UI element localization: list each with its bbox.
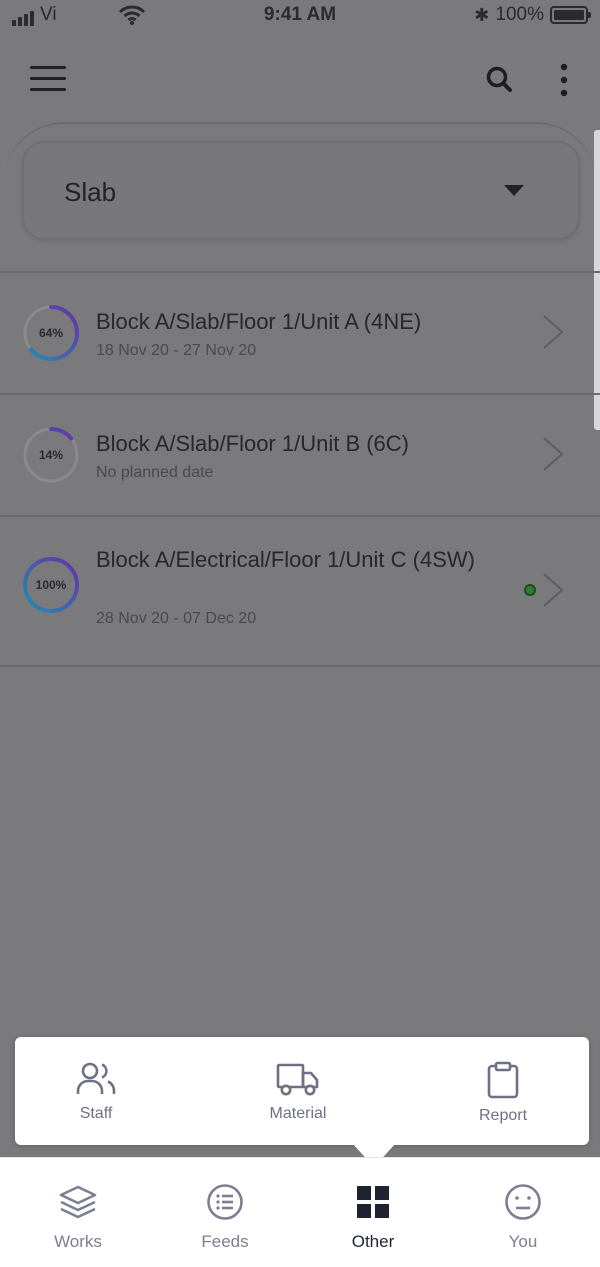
progress-ring: 64% [22,304,80,362]
chevron-down-icon [504,185,524,196]
material-button[interactable]: Material [238,1061,358,1123]
truck-icon [276,1063,319,1096]
chevron-right-icon [540,434,566,474]
task-title: Block A/Electrical/Floor 1/Unit C (4SW) [96,547,475,572]
layers-icon [59,1185,97,1219]
clipboard-icon [487,1061,519,1099]
progress-percent: 100% [36,578,67,592]
progress-percent: 64% [39,326,63,340]
divider [0,665,600,667]
task-title: Block A/Slab/Floor 1/Unit B (6C) [96,431,410,456]
touch-indicator [524,584,536,596]
other-menu-popover: Staff Material Report [15,1037,589,1145]
bottom-navigation: Works Feeds Other You [0,1157,600,1267]
report-button[interactable]: Report [443,1061,563,1125]
task-dates: 18 Nov 20 - 27 Nov 20 [96,342,257,359]
tab-other[interactable]: Other [308,1184,438,1252]
tab-works-label: Works [54,1232,102,1251]
material-label: Material [269,1105,327,1122]
chevron-right-icon [540,312,566,352]
search-icon[interactable] [484,64,516,96]
staff-icon [76,1062,116,1094]
tab-you-label: You [508,1232,538,1251]
task-item[interactable]: 64% Block A/Slab/Floor 1/Unit A (4NE) 18… [0,272,600,394]
progress-ring: 14% [22,426,80,484]
grid-icon [357,1186,389,1218]
task-dates: No planned date [96,464,214,481]
progress-ring: 100% [22,556,80,614]
menu-icon[interactable] [30,66,66,94]
report-label: Report [478,1107,528,1124]
status-bar: Vi 9:41 AM ✱ 100% [0,0,600,32]
bluetooth-icon: ✱ [474,4,490,25]
staff-label: Staff [79,1105,113,1122]
battery-percent: 100% [495,4,544,25]
app-toolbar [0,50,600,110]
tab-other-label: Other [351,1232,395,1251]
staff-button[interactable]: Staff [36,1061,156,1123]
tab-feeds[interactable]: Feeds [160,1184,290,1252]
chevron-right-icon [540,570,566,610]
more-vertical-icon[interactable] [554,62,574,100]
task-item[interactable]: 14% Block A/Slab/Floor 1/Unit B (6C) No … [0,394,600,516]
list-icon [207,1184,243,1220]
progress-percent: 14% [39,448,63,462]
tab-works[interactable]: Works [13,1184,143,1252]
smiley-icon [505,1184,541,1220]
battery-icon [550,6,591,24]
tab-feeds-label: Feeds [201,1232,249,1251]
task-item[interactable]: 100% Block A/Electrical/Floor 1/Unit C (… [0,516,600,666]
dropdown-selected-value: Slab [64,177,117,207]
task-dates: 28 Nov 20 - 07 Dec 20 [96,610,257,627]
category-dropdown[interactable]: Slab [22,141,580,240]
task-title: Block A/Slab/Floor 1/Unit A (4NE) [96,309,422,334]
tab-you[interactable]: You [458,1184,588,1252]
